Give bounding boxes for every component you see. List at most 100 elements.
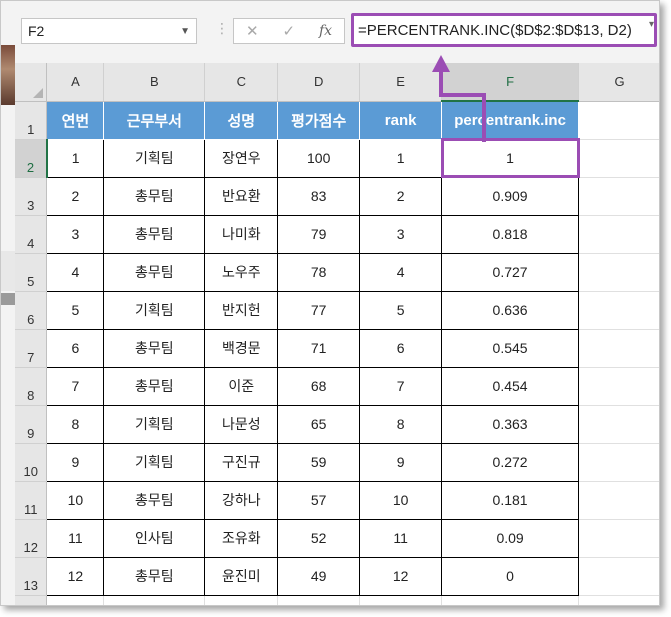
column-header-F[interactable]: F bbox=[441, 63, 580, 102]
data-cell[interactable]: 인사팀 bbox=[103, 518, 206, 558]
data-cell[interactable]: 총무팀 bbox=[103, 556, 206, 596]
column-header-C[interactable]: C bbox=[204, 63, 279, 102]
empty-cell[interactable] bbox=[578, 329, 659, 368]
data-cell[interactable]: 1 bbox=[359, 138, 443, 178]
data-cell[interactable]: 6 bbox=[46, 328, 105, 368]
data-cell[interactable]: 기획팀 bbox=[103, 404, 206, 444]
data-cell[interactable]: 총무팀 bbox=[103, 480, 206, 520]
empty-cell[interactable] bbox=[578, 139, 659, 178]
data-cell[interactable]: 83 bbox=[277, 176, 361, 216]
header-cell[interactable]: 평가점수 bbox=[277, 100, 361, 140]
active-cell[interactable]: 1 bbox=[440, 138, 580, 178]
data-cell[interactable]: 77 bbox=[277, 290, 361, 330]
row-header[interactable] bbox=[15, 595, 48, 605]
column-header-D[interactable]: D bbox=[277, 63, 361, 102]
header-cell[interactable]: percentrank.inc bbox=[441, 100, 580, 140]
data-cell[interactable]: 백경문 bbox=[204, 328, 279, 368]
data-cell[interactable]: 10 bbox=[46, 480, 105, 520]
empty-cell[interactable] bbox=[441, 595, 580, 605]
data-cell[interactable]: 0.909 bbox=[441, 176, 580, 216]
insert-function-button[interactable]: fx bbox=[319, 23, 332, 39]
data-cell[interactable]: 68 bbox=[277, 366, 361, 406]
column-header-E[interactable]: E bbox=[359, 63, 443, 102]
empty-cell[interactable] bbox=[578, 405, 659, 444]
data-cell[interactable]: 79 bbox=[277, 214, 361, 254]
data-cell[interactable]: 3 bbox=[359, 214, 443, 254]
data-cell[interactable]: 0.636 bbox=[441, 290, 580, 330]
chevron-down-icon[interactable]: ▼ bbox=[180, 26, 190, 37]
data-cell[interactable]: 59 bbox=[277, 442, 361, 482]
data-cell[interactable]: 65 bbox=[277, 404, 361, 444]
data-cell[interactable]: 57 bbox=[277, 480, 361, 520]
column-header-G[interactable]: G bbox=[578, 63, 659, 102]
worksheet-grid[interactable]: ABCDEFG 1 연번 근무부서 성명 평가점수 rank percentrank.inc… bbox=[15, 63, 659, 605]
header-cell[interactable]: 근무부서 bbox=[103, 100, 206, 140]
data-cell[interactable]: 1 bbox=[46, 138, 105, 178]
empty-cell[interactable] bbox=[578, 443, 659, 482]
data-cell[interactable]: 나문성 bbox=[204, 404, 279, 444]
data-cell[interactable]: 2 bbox=[46, 176, 105, 216]
empty-cell[interactable] bbox=[359, 595, 443, 605]
data-cell[interactable]: 5 bbox=[46, 290, 105, 330]
data-cell[interactable]: 0.727 bbox=[441, 252, 580, 292]
data-cell[interactable]: 0.818 bbox=[441, 214, 580, 254]
drag-handle-icon[interactable]: ⋮ bbox=[215, 21, 231, 37]
data-cell[interactable]: 0 bbox=[441, 556, 580, 596]
data-cell[interactable]: 9 bbox=[359, 442, 443, 482]
data-cell[interactable]: 0.545 bbox=[441, 328, 580, 368]
empty-cell[interactable] bbox=[578, 291, 659, 330]
data-cell[interactable]: 4 bbox=[46, 252, 105, 292]
row-header[interactable]: 8 bbox=[15, 367, 48, 406]
data-cell[interactable]: 8 bbox=[359, 404, 443, 444]
data-cell[interactable]: 10 bbox=[359, 480, 443, 520]
data-cell[interactable]: 총무팀 bbox=[103, 252, 206, 292]
empty-cell[interactable] bbox=[46, 595, 105, 605]
row-header[interactable]: 2 bbox=[15, 139, 48, 178]
empty-cell[interactable] bbox=[578, 481, 659, 520]
name-box[interactable]: F2 ▼ bbox=[21, 18, 197, 44]
row-header[interactable]: 1 bbox=[15, 101, 48, 140]
data-cell[interactable]: 반요환 bbox=[204, 176, 279, 216]
data-cell[interactable]: 6 bbox=[359, 328, 443, 368]
expand-formula-bar-icon[interactable]: ▾ bbox=[649, 19, 654, 30]
data-cell[interactable]: 노우주 bbox=[204, 252, 279, 292]
empty-cell[interactable] bbox=[578, 557, 659, 596]
column-header-A[interactable]: A bbox=[46, 63, 105, 102]
row-header[interactable]: 13 bbox=[15, 557, 48, 596]
data-cell[interactable]: 0.272 bbox=[441, 442, 580, 482]
select-all-corner[interactable] bbox=[15, 63, 48, 102]
data-cell[interactable]: 12 bbox=[359, 556, 443, 596]
row-header[interactable]: 5 bbox=[15, 253, 48, 292]
data-cell[interactable]: 12 bbox=[46, 556, 105, 596]
data-cell[interactable]: 5 bbox=[359, 290, 443, 330]
row-header[interactable]: 11 bbox=[15, 481, 48, 520]
data-cell[interactable]: 3 bbox=[46, 214, 105, 254]
data-cell[interactable]: 총무팀 bbox=[103, 328, 206, 368]
data-cell[interactable]: 기획팀 bbox=[103, 138, 206, 178]
data-cell[interactable]: 장연우 bbox=[204, 138, 279, 178]
check-icon[interactable]: ✓ bbox=[282, 22, 295, 40]
row-header[interactable]: 4 bbox=[15, 215, 48, 254]
data-cell[interactable]: 7 bbox=[46, 366, 105, 406]
data-cell[interactable]: 총무팀 bbox=[103, 176, 206, 216]
row-header[interactable]: 7 bbox=[15, 329, 48, 368]
header-cell[interactable]: 성명 bbox=[204, 100, 279, 140]
data-cell[interactable]: 11 bbox=[359, 518, 443, 558]
data-cell[interactable]: 나미화 bbox=[204, 214, 279, 254]
row-header[interactable]: 9 bbox=[15, 405, 48, 444]
data-cell[interactable]: 기획팀 bbox=[103, 442, 206, 482]
empty-cell[interactable] bbox=[578, 177, 659, 216]
data-cell[interactable]: 총무팀 bbox=[103, 214, 206, 254]
data-cell[interactable]: 8 bbox=[46, 404, 105, 444]
empty-cell[interactable] bbox=[103, 595, 206, 605]
empty-cell[interactable] bbox=[277, 595, 361, 605]
data-cell[interactable]: 4 bbox=[359, 252, 443, 292]
data-cell[interactable]: 강하나 bbox=[204, 480, 279, 520]
data-cell[interactable]: 이준 bbox=[204, 366, 279, 406]
data-cell[interactable]: 11 bbox=[46, 518, 105, 558]
formula-input[interactable]: =PERCENTRANK.INC($D$2:$D$13, D2) bbox=[351, 13, 657, 47]
data-cell[interactable]: 윤진미 bbox=[204, 556, 279, 596]
data-cell[interactable]: 49 bbox=[277, 556, 361, 596]
header-cell[interactable]: rank bbox=[359, 100, 443, 140]
empty-cell[interactable] bbox=[578, 215, 659, 254]
